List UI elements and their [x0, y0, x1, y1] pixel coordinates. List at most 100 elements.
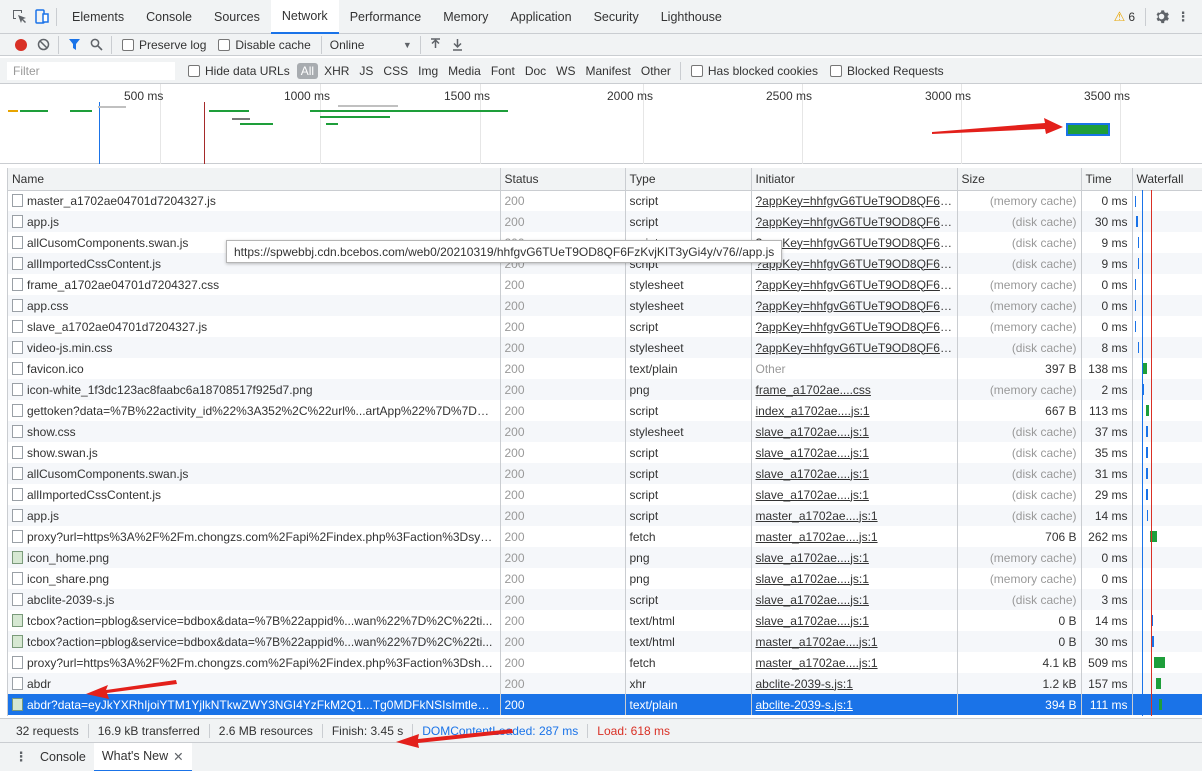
initiator-link[interactable]: ?appKey=hhfgvG6TUeT9OD8QF6Fz...	[756, 341, 957, 355]
blocked-requests-checkbox[interactable]: Blocked Requests	[829, 64, 944, 78]
type-filter-manifest[interactable]: Manifest	[582, 63, 635, 79]
table-row[interactable]: abclite-2039-s.js 200 script slave_a1702ae.…	[8, 589, 1202, 610]
initiator-link[interactable]: ?appKey=hhfgvG6TUeT9OD8QF6Fz...	[756, 320, 957, 334]
initiator-cell[interactable]: ?appKey=hhfgvG6TUeT9OD8QF6Fz...	[751, 190, 958, 211]
initiator-cell[interactable]: abclite-2039-s.js:1	[751, 694, 958, 715]
initiator-cell[interactable]: ?appKey=hhfgvG6TUeT9OD8QF6Fz...	[751, 295, 958, 316]
name-cell[interactable]: slave_a1702ae04701d7204327.js	[8, 316, 501, 337]
tab-elements[interactable]: Elements	[61, 0, 135, 34]
tab-memory[interactable]: Memory	[432, 0, 499, 34]
table-row[interactable]: app.css 200 stylesheet ?appKey=hhfgvG6TUeT9…	[8, 295, 1202, 316]
initiator-cell[interactable]: slave_a1702ae....js:1	[751, 568, 958, 589]
initiator-cell[interactable]: slave_a1702ae....js:1	[751, 421, 958, 442]
tab-console[interactable]: Console	[135, 0, 203, 34]
name-cell[interactable]: show.swan.js	[8, 442, 501, 463]
settings-gear-icon[interactable]	[1150, 6, 1172, 28]
preserve-log-checkbox[interactable]: Preserve log	[122, 38, 206, 52]
initiator-link[interactable]: slave_a1702ae....js:1	[756, 593, 869, 607]
initiator-link[interactable]: abclite-2039-s.js:1	[756, 698, 853, 712]
initiator-cell[interactable]: master_a1702ae....js:1	[751, 631, 958, 652]
type-filter-font[interactable]: Font	[487, 63, 519, 79]
network-overview-timeline[interactable]: 500 ms 1000 ms 1500 ms 2000 ms 2500 ms 3000 m…	[0, 84, 1202, 164]
column-header-size[interactable]: Size	[957, 168, 1082, 191]
table-row[interactable]: tcbox?action=pblog&service=bdbox&data=%7…	[8, 610, 1202, 631]
name-cell[interactable]: tcbox?action=pblog&service=bdbox&data=%7…	[8, 610, 501, 631]
name-cell[interactable]: allImportedCssContent.js	[8, 484, 501, 505]
table-row[interactable]: tcbox?action=pblog&service=bdbox&data=%7…	[8, 631, 1202, 652]
initiator-cell[interactable]: ?appKey=hhfgvG6TUeT9OD8QF6Fz...	[751, 274, 958, 295]
name-cell[interactable]: app.js	[8, 505, 501, 526]
table-row[interactable]: proxy?url=https%3A%2F%2Fm.chongzs.com%2F…	[8, 526, 1202, 547]
table-row[interactable]: icon_home.png 200 png slave_a1702ae....js:1…	[8, 547, 1202, 568]
hide-data-urls-checkbox[interactable]: Hide data URLs	[188, 64, 290, 78]
clear-icon[interactable]	[32, 34, 54, 56]
name-cell[interactable]: frame_a1702ae04701d7204327.css	[8, 274, 501, 295]
column-header-name[interactable]: Name	[8, 168, 501, 191]
name-cell[interactable]: app.css	[8, 295, 501, 316]
type-filter-ws[interactable]: WS	[552, 63, 579, 79]
name-cell[interactable]: tcbox?action=pblog&service=bdbox&data=%7…	[8, 631, 501, 652]
table-row[interactable]: app.js 200 script ?appKey=hhfgvG6TUeT9OD8QF…	[8, 211, 1202, 232]
initiator-link[interactable]: slave_a1702ae....js:1	[756, 446, 869, 460]
initiator-cell[interactable]: slave_a1702ae....js:1	[751, 442, 958, 463]
close-icon[interactable]: ✕	[173, 749, 183, 764]
tab-sources[interactable]: Sources	[203, 0, 271, 34]
initiator-link[interactable]: frame_a1702ae....css	[756, 383, 871, 397]
initiator-link[interactable]: ?appKey=hhfgvG6TUeT9OD8QF6Fz...	[756, 257, 957, 271]
table-row[interactable]: app.js 200 script master_a1702ae....js:1 (di…	[8, 505, 1202, 526]
initiator-link[interactable]: slave_a1702ae....js:1	[756, 467, 869, 481]
initiator-link[interactable]: master_a1702ae....js:1	[756, 635, 878, 649]
table-row[interactable]: video-js.min.css 200 stylesheet ?appKey=hhf…	[8, 337, 1202, 358]
warnings-counter[interactable]: ⚠ 6 ⋮	[1114, 6, 1202, 28]
initiator-link[interactable]: slave_a1702ae....js:1	[756, 425, 869, 439]
type-filter-doc[interactable]: Doc	[521, 63, 550, 79]
initiator-cell[interactable]: ?appKey=hhfgvG6TUeT9OD8QF6Fz...	[751, 211, 958, 232]
tab-security[interactable]: Security	[583, 0, 650, 34]
column-header-type[interactable]: Type	[625, 168, 752, 191]
initiator-link[interactable]: abclite-2039-s.js:1	[756, 677, 853, 691]
table-row[interactable]: abdr?data=eyJkYXRhIjoiYTM1YjlkNTkwZWY3NG…	[8, 694, 1202, 715]
column-header-waterfall[interactable]: Waterfall	[1132, 168, 1202, 191]
table-row[interactable]: master_a1702ae04701d7204327.js 200 script?…	[8, 190, 1202, 211]
tab-performance[interactable]: Performance	[339, 0, 433, 34]
drawer-tab-console[interactable]: Console	[32, 743, 94, 771]
initiator-cell[interactable]: slave_a1702ae....js:1	[751, 547, 958, 568]
initiator-link[interactable]: master_a1702ae....js:1	[756, 530, 878, 544]
initiator-link[interactable]: ?appKey=hhfgvG6TUeT9OD8QF6Fz...	[756, 278, 957, 292]
initiator-link[interactable]: slave_a1702ae....js:1	[756, 551, 869, 565]
type-filter-other[interactable]: Other	[637, 63, 675, 79]
export-har-icon[interactable]	[447, 34, 469, 56]
name-cell[interactable]: abdr?data=eyJkYXRhIjoiYTM1YjlkNTkwZWY3NG…	[8, 694, 501, 715]
table-row[interactable]: allImportedCssContent.js 200 script slave_a…	[8, 484, 1202, 505]
name-cell[interactable]: app.js	[8, 211, 501, 232]
name-cell[interactable]: icon-white_1f3dc123ac8faabc6a18708517f92…	[8, 379, 501, 400]
initiator-cell[interactable]: master_a1702ae....js:1	[751, 526, 958, 547]
name-cell[interactable]: favicon.ico	[8, 358, 501, 379]
initiator-cell[interactable]: ?appKey=hhfgvG6TUeT9OD8QF6Fz...	[751, 316, 958, 337]
throttling-select[interactable]: Online ▼	[330, 38, 412, 52]
disable-cache-checkbox[interactable]: Disable cache	[218, 38, 311, 52]
initiator-cell[interactable]: slave_a1702ae....js:1	[751, 484, 958, 505]
table-row[interactable]: show.css 200 stylesheet slave_a1702ae....js…	[8, 421, 1202, 442]
more-options-icon[interactable]: ⋮	[1172, 6, 1194, 28]
initiator-cell[interactable]: frame_a1702ae....css	[751, 379, 958, 400]
initiator-link[interactable]: slave_a1702ae....js:1	[756, 488, 869, 502]
search-icon[interactable]	[85, 34, 107, 56]
initiator-link[interactable]: slave_a1702ae....js:1	[756, 572, 869, 586]
name-cell[interactable]: gettoken?data=%7B%22activity_id%22%3A352…	[8, 400, 501, 421]
type-filter-xhr[interactable]: XHR	[320, 63, 353, 79]
table-row[interactable]: icon_share.png 200 png slave_a1702ae....js:…	[8, 568, 1202, 589]
table-row[interactable]: favicon.ico 200 text/plain Other 397 B 138 ms	[8, 358, 1202, 379]
drawer-tab-whats-new[interactable]: What's New ✕	[93, 742, 192, 771]
table-row[interactable]: abdr 200 xhr abclite-2039-s.js:1 1.2 kB 157 m…	[8, 673, 1202, 694]
initiator-cell[interactable]: ?appKey=hhfgvG6TUeT9OD8QF6Fz...	[751, 337, 958, 358]
record-button[interactable]	[10, 34, 32, 56]
tab-application[interactable]: Application	[499, 0, 582, 34]
initiator-cell[interactable]: abclite-2039-s.js:1	[751, 673, 958, 694]
initiator-link[interactable]: ?appKey=hhfgvG6TUeT9OD8QF6Fz...	[756, 194, 957, 208]
initiator-cell[interactable]: master_a1702ae....js:1	[751, 505, 958, 526]
device-toolbar-icon[interactable]	[30, 6, 52, 28]
name-cell[interactable]: video-js.min.css	[8, 337, 501, 358]
name-cell[interactable]: show.css	[8, 421, 501, 442]
initiator-cell[interactable]: slave_a1702ae....js:1	[751, 610, 958, 631]
